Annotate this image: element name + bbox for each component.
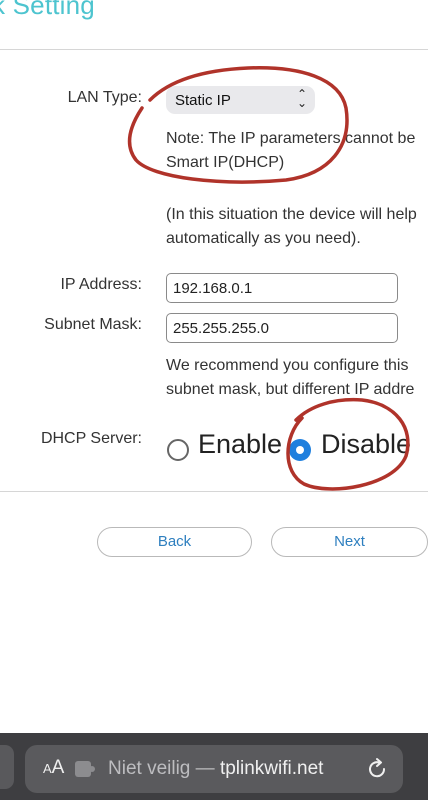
recommend-line1: We recommend you configure this — [166, 357, 409, 374]
ip-address-input[interactable]: 192.168.0.1 — [166, 273, 398, 303]
page-title: k Setting — [0, 0, 95, 20]
recommend-line2: subnet mask, but different IP addre — [166, 381, 415, 398]
lan-type-select[interactable]: Static IP ⌃ ⌄ — [166, 86, 315, 114]
url-text[interactable]: Niet veilig — tplinkwifi.net — [108, 758, 323, 780]
security-label: Niet veilig — [108, 758, 191, 779]
back-button[interactable]: Back — [97, 527, 252, 557]
top-divider — [0, 49, 428, 50]
lan-note-line1: Note: The IP parameters cannot be — [166, 130, 416, 147]
dhcp-disable-label[interactable]: Disable — [321, 429, 411, 460]
lan-note-line2: Smart IP(DHCP) — [166, 154, 285, 171]
subnet-mask-label: Subnet Mask: — [44, 316, 142, 333]
lan-info-line1: (In this situation the device will help — [166, 206, 417, 223]
lan-type-value: Static IP — [175, 92, 231, 109]
reload-icon[interactable] — [367, 756, 389, 780]
reader-icon[interactable]: AA — [43, 757, 64, 779]
extension-icon — [75, 761, 95, 777]
lan-type-label: LAN Type: — [67, 89, 142, 106]
next-button[interactable]: Next — [271, 527, 428, 557]
dhcp-enable-label[interactable]: Enable — [198, 429, 282, 460]
dhcp-server-label: DHCP Server: — [40, 430, 142, 447]
url-separator: — — [190, 758, 220, 779]
lan-info-line2: automatically as you need). — [166, 230, 361, 247]
chevron-up-down-icon: ⌃ ⌄ — [296, 87, 307, 110]
previous-tab-edge[interactable] — [0, 745, 14, 789]
dhcp-enable-radio[interactable] — [167, 439, 189, 461]
subnet-mask-input[interactable]: 255.255.255.0 — [166, 313, 398, 343]
section-divider — [0, 491, 428, 492]
domain-label: tplinkwifi.net — [219, 758, 324, 779]
dhcp-disable-radio[interactable] — [289, 439, 311, 461]
ip-address-label: IP Address: — [60, 276, 142, 293]
